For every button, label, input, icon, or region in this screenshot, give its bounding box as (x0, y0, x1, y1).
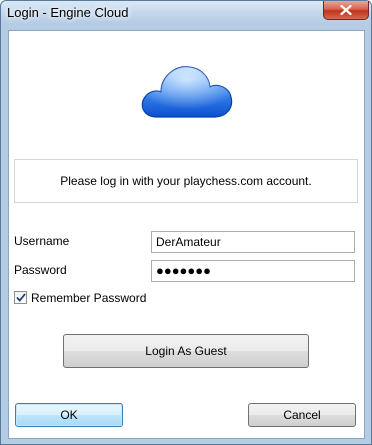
remember-password-checkbox[interactable] (14, 291, 27, 304)
close-button[interactable] (323, 1, 369, 20)
password-label: Password (14, 263, 67, 277)
login-as-guest-button[interactable]: Login As Guest (63, 334, 309, 368)
close-icon (340, 5, 352, 15)
cancel-button[interactable]: Cancel (248, 403, 356, 427)
checkmark-icon (15, 293, 26, 302)
ok-button[interactable]: OK (15, 403, 123, 427)
login-dialog: Login - Engine Cloud Please log in with … (0, 0, 372, 445)
window-title: Login - Engine Cloud (7, 5, 129, 20)
username-label: Username (14, 234, 70, 248)
info-panel: Please log in with your playchess.com ac… (14, 159, 358, 203)
username-field[interactable]: DerAmateur (151, 231, 355, 253)
password-field[interactable]: ●●●●●●● (151, 260, 355, 282)
title-bar[interactable]: Login - Engine Cloud (1, 1, 371, 25)
info-message: Please log in with your playchess.com ac… (60, 174, 312, 188)
cloud-icon (141, 66, 233, 118)
dialog-body: Please log in with your playchess.com ac… (8, 30, 365, 439)
remember-password-label[interactable]: Remember Password (31, 291, 146, 305)
